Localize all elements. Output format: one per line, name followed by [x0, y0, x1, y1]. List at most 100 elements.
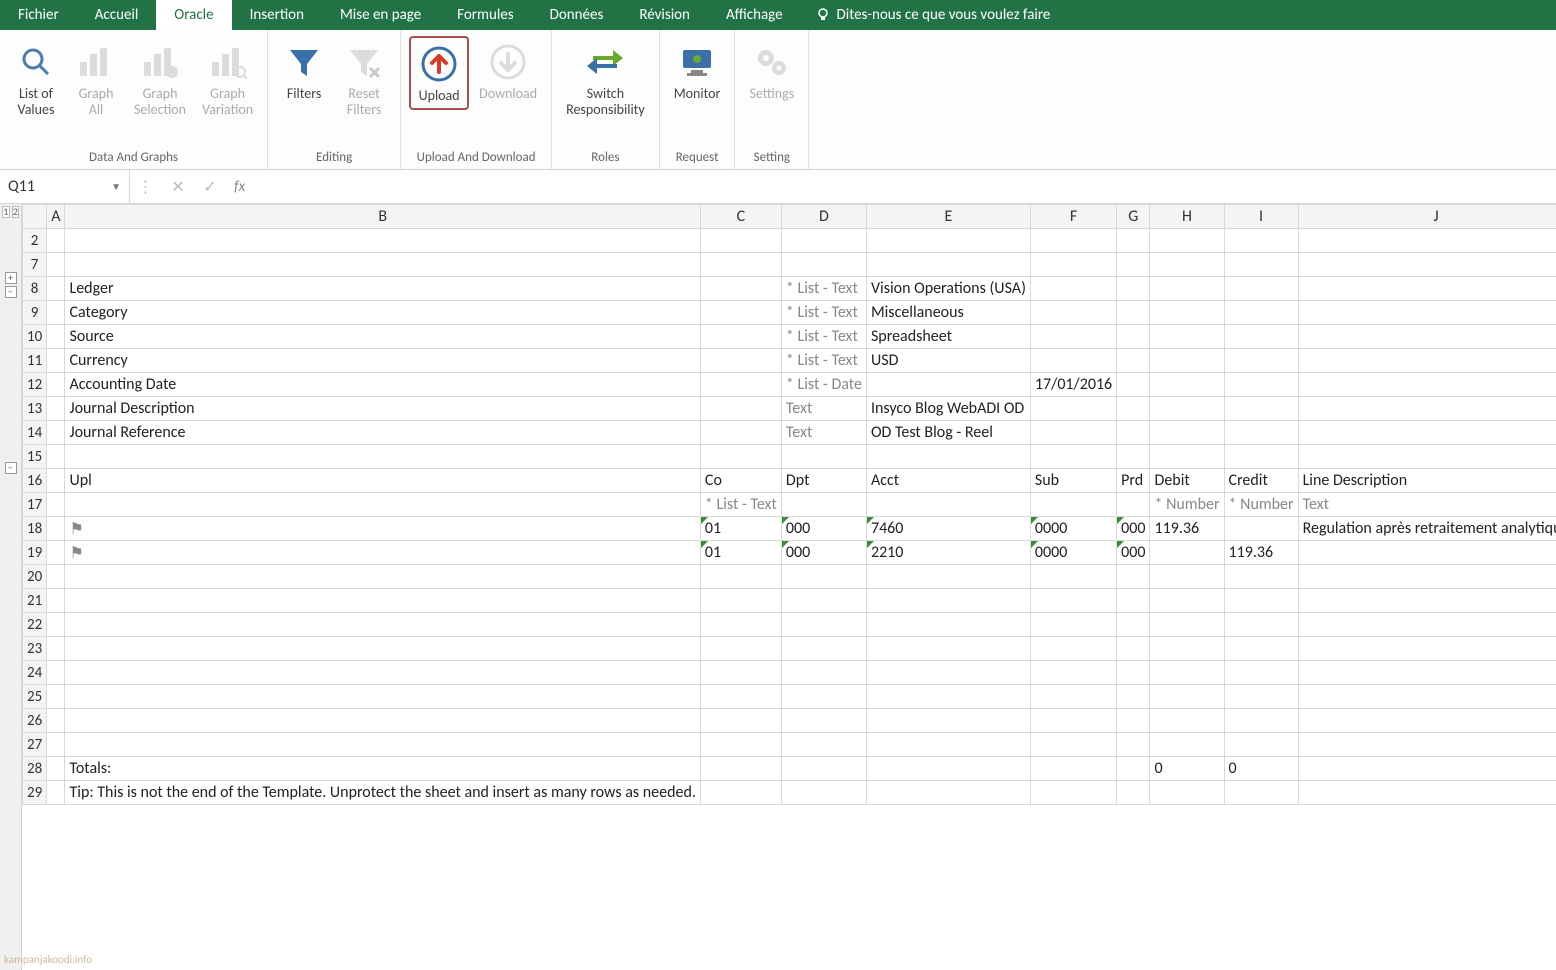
cell-I16[interactable]: Credit [1224, 469, 1298, 493]
cell-A14[interactable] [47, 421, 65, 445]
cell-D23[interactable] [781, 637, 866, 661]
cell-H27[interactable] [1150, 733, 1224, 757]
cell-C8[interactable] [700, 277, 781, 301]
tab-fichier[interactable]: Fichier [0, 0, 77, 30]
cell-J23[interactable] [1298, 637, 1556, 661]
cell-I19[interactable]: 119.36 [1224, 541, 1298, 565]
cell-C7[interactable] [700, 253, 781, 277]
upload-button[interactable]: Upload [409, 36, 469, 110]
cell-C9[interactable] [700, 301, 781, 325]
cell-G8[interactable] [1117, 277, 1150, 301]
cell-H24[interactable] [1150, 661, 1224, 685]
cell-G15[interactable] [1117, 445, 1150, 469]
row-header-7[interactable]: 7 [23, 253, 47, 277]
cell-J8[interactable] [1298, 277, 1556, 301]
col-header-E[interactable]: E [866, 205, 1030, 229]
cell-F21[interactable] [1030, 589, 1116, 613]
cell-C21[interactable] [700, 589, 781, 613]
cell-A19[interactable] [47, 541, 65, 565]
cell-G11[interactable] [1117, 349, 1150, 373]
cell-J26[interactable] [1298, 709, 1556, 733]
cell-H8[interactable] [1150, 277, 1224, 301]
cell-F2[interactable] [1030, 229, 1116, 253]
cell-E29[interactable] [866, 781, 1030, 805]
row-header-22[interactable]: 22 [23, 613, 47, 637]
cell-B27[interactable] [65, 733, 700, 757]
cell-D8[interactable]: * List - Text [781, 277, 866, 301]
outline-collapse-icon-2[interactable]: − [5, 462, 17, 474]
col-header-G[interactable]: G [1117, 205, 1150, 229]
tell-me-search[interactable]: Dites-nous ce que vous voulez faire [801, 0, 1065, 30]
cell-J24[interactable] [1298, 661, 1556, 685]
cell-B23[interactable] [65, 637, 700, 661]
cell-D13[interactable]: Text [781, 397, 866, 421]
cell-C12[interactable] [700, 373, 781, 397]
cell-E28[interactable] [866, 757, 1030, 781]
cell-A13[interactable] [47, 397, 65, 421]
cell-I15[interactable] [1224, 445, 1298, 469]
row-header-25[interactable]: 25 [23, 685, 47, 709]
cell-J12[interactable] [1298, 373, 1556, 397]
cell-D27[interactable] [781, 733, 866, 757]
col-header-A[interactable]: A [47, 205, 65, 229]
cell-C20[interactable] [700, 565, 781, 589]
cell-F26[interactable] [1030, 709, 1116, 733]
cell-C2[interactable] [700, 229, 781, 253]
cell-J14[interactable] [1298, 421, 1556, 445]
cell-B7[interactable] [65, 253, 700, 277]
formula-input[interactable] [253, 179, 1556, 195]
tab-insertion[interactable]: Insertion [232, 0, 322, 30]
cell-B17[interactable] [65, 493, 700, 517]
col-header-D[interactable]: D [781, 205, 866, 229]
cell-G10[interactable] [1117, 325, 1150, 349]
cell-B20[interactable] [65, 565, 700, 589]
cancel-edit-icon[interactable]: ✕ [162, 177, 194, 197]
cell-E8[interactable]: Vision Operations (USA) [866, 277, 1030, 301]
cell-B9[interactable]: Category [65, 301, 700, 325]
cell-C23[interactable] [700, 637, 781, 661]
outline-level-2[interactable]: 2 [12, 206, 20, 218]
cell-B21[interactable] [65, 589, 700, 613]
fx-icon[interactable]: fx [226, 178, 253, 196]
row-header-28[interactable]: 28 [23, 757, 47, 781]
cell-G21[interactable] [1117, 589, 1150, 613]
cell-C15[interactable] [700, 445, 781, 469]
cell-B25[interactable] [65, 685, 700, 709]
cell-I11[interactable] [1224, 349, 1298, 373]
cell-E19[interactable]: 2210 [866, 541, 1030, 565]
cell-D15[interactable] [781, 445, 866, 469]
cell-H28[interactable]: 0 [1150, 757, 1224, 781]
cell-E12[interactable] [866, 373, 1030, 397]
cell-A27[interactable] [47, 733, 65, 757]
cell-H25[interactable] [1150, 685, 1224, 709]
cell-I20[interactable] [1224, 565, 1298, 589]
cell-I10[interactable] [1224, 325, 1298, 349]
cell-C10[interactable] [700, 325, 781, 349]
cell-J25[interactable] [1298, 685, 1556, 709]
cell-E22[interactable] [866, 613, 1030, 637]
cell-H20[interactable] [1150, 565, 1224, 589]
outline-expand-icon[interactable]: + [5, 272, 17, 284]
cell-D17[interactable] [781, 493, 866, 517]
col-header-I[interactable]: I [1224, 205, 1298, 229]
cell-B16[interactable]: Upl [65, 469, 700, 493]
tab-mise-en-page[interactable]: Mise en page [322, 0, 439, 30]
cell-D26[interactable] [781, 709, 866, 733]
cell-J7[interactable] [1298, 253, 1556, 277]
row-header-20[interactable]: 20 [23, 565, 47, 589]
cell-A10[interactable] [47, 325, 65, 349]
cell-D11[interactable]: * List - Text [781, 349, 866, 373]
cell-F23[interactable] [1030, 637, 1116, 661]
cell-J27[interactable] [1298, 733, 1556, 757]
cell-H15[interactable] [1150, 445, 1224, 469]
cell-D9[interactable]: * List - Text [781, 301, 866, 325]
cell-C18[interactable]: 01 [700, 517, 781, 541]
cell-A28[interactable] [47, 757, 65, 781]
cell-F9[interactable] [1030, 301, 1116, 325]
cell-A16[interactable] [47, 469, 65, 493]
cell-I9[interactable] [1224, 301, 1298, 325]
cell-G26[interactable] [1117, 709, 1150, 733]
cell-F29[interactable] [1030, 781, 1116, 805]
row-header-13[interactable]: 13 [23, 397, 47, 421]
cell-B28[interactable]: Totals: [65, 757, 700, 781]
